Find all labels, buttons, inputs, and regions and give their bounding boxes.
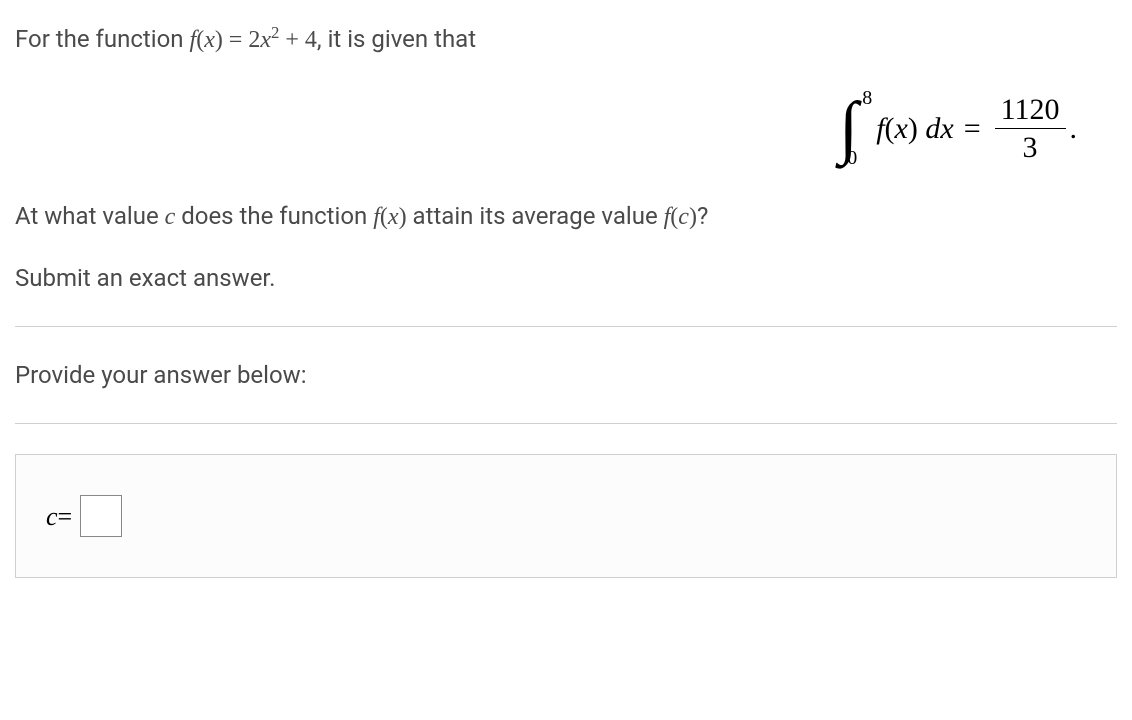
integral-symbol: ∫: [839, 93, 858, 163]
numerator: 1120: [995, 93, 1066, 129]
intro-suffix: , it is given that: [317, 25, 476, 53]
question-text: At what value c does the function f(x) a…: [15, 198, 1117, 235]
equals: =: [229, 27, 249, 53]
var-c: c: [165, 204, 176, 230]
answer-row: c =: [46, 495, 1096, 537]
divider-1: [15, 326, 1117, 327]
period: .: [1070, 106, 1078, 151]
answer-area: c =: [15, 454, 1117, 578]
denominator: 3: [1017, 129, 1044, 164]
instruction: Submit an exact answer.: [15, 260, 1117, 296]
problem-intro: For the function f(x) = 2x2 + 4, it is g…: [15, 20, 1117, 58]
fx-f: f: [373, 204, 380, 230]
var-x: x: [260, 27, 271, 53]
plus-const: + 4: [285, 27, 317, 53]
exponent: 2: [271, 23, 279, 42]
func-arg: (x): [196, 27, 223, 53]
integral-equation: ∫ 8 0 f(x) dx = 1120 3 .: [15, 88, 1117, 168]
answer-input[interactable]: [80, 495, 122, 537]
upper-bound: 8: [862, 88, 872, 108]
integrand: f(x) dx: [876, 106, 954, 151]
answer-prompt: Provide your answer below:: [15, 357, 1117, 393]
answer-equals: =: [58, 497, 73, 536]
equals-sign: =: [964, 106, 981, 151]
answer-var: c: [46, 497, 58, 536]
intro-prefix: For the function: [15, 25, 190, 53]
coeff: 2: [248, 27, 260, 53]
result-fraction: 1120 3: [995, 93, 1066, 164]
